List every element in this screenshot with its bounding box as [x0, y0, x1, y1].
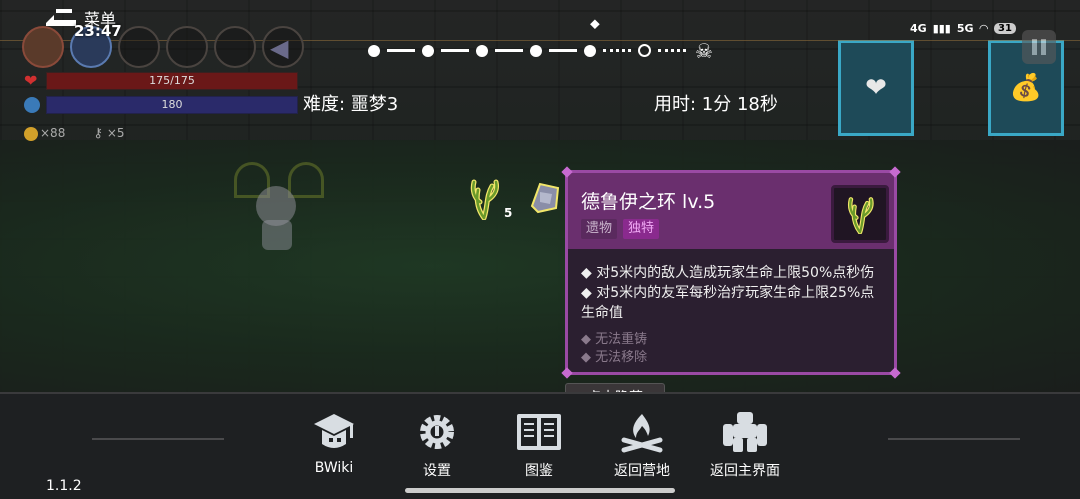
settings-button[interactable]: 设置 [392, 410, 482, 480]
key-icon: ⚷ [93, 126, 103, 141]
battery-icon: 31 [994, 23, 1016, 34]
mp-bar: 180 [46, 96, 298, 114]
tag-relic: 遗物 [581, 219, 618, 239]
settings-label: 设置 [423, 463, 451, 479]
progress-link-pending [603, 49, 631, 52]
coin-counter: ×88 [24, 126, 65, 141]
desc-line: 生命值 [581, 305, 623, 321]
signal-icon: ▮▮▮ [932, 22, 951, 35]
tooltip-icon-frame [831, 185, 889, 243]
decor-line-left [92, 438, 224, 440]
floor-progress: ☠ [368, 38, 713, 63]
progress-node [530, 44, 542, 57]
return-main-label: 返回主界面 [710, 463, 780, 479]
hp-text: 175/175 [149, 74, 195, 87]
skill-slot-4[interactable] [166, 26, 208, 68]
progress-link [495, 49, 523, 52]
progress-link [441, 49, 469, 52]
money-bag-icon: 💰 [1009, 73, 1043, 103]
hp-row: ❤ 175/175 [24, 72, 298, 90]
resources: ×88 ⚷ ×5 [24, 126, 125, 141]
antler-right [288, 162, 324, 198]
location-pin-icon: ⬥ [590, 16, 600, 32]
boss-skull-icon: ☠ [695, 38, 713, 63]
player-character [232, 162, 324, 262]
elapsed-time: 用时: 1分 18秒 [654, 94, 778, 115]
coin-count: ×88 [40, 126, 66, 141]
skill-slots [22, 26, 304, 68]
druid-ring-relic-icon[interactable] [466, 176, 502, 220]
mp-row: 180 [24, 96, 298, 114]
stone-golem-icon [723, 412, 767, 452]
stone-relic-icon[interactable] [526, 178, 564, 216]
hp-bar: 175/175 [46, 72, 298, 90]
book-icon [517, 414, 561, 450]
wifi-icon: ◠ [979, 22, 989, 35]
gear-icon [420, 415, 454, 449]
difficulty-label: 难度: 噩梦3 [303, 94, 399, 115]
skill-slot-5[interactable] [214, 26, 256, 68]
collapse-arrow-icon[interactable]: ◀ [270, 34, 288, 62]
return-main-button[interactable]: 返回主界面 [700, 410, 790, 480]
progress-node [476, 44, 488, 57]
heart-upgrade-icon: ❤ [865, 73, 887, 103]
return-camp-button[interactable]: 返回营地 [597, 410, 687, 480]
progress-node-pending [638, 44, 651, 57]
campfire-icon [621, 414, 663, 453]
phone-status-bar: 4G ▮▮▮ 5G ◠ 31 [910, 22, 1016, 35]
decor-line-right [888, 438, 1020, 440]
return-camp-label: 返回营地 [614, 463, 670, 479]
mp-text: 180 [161, 98, 183, 111]
heal-door[interactable]: ❤ [838, 40, 914, 136]
tooltip-header: 德鲁伊之环 lv.5 遗物 独特 [568, 173, 894, 249]
progress-node-current [584, 44, 596, 57]
graduation-cap-icon [314, 414, 354, 448]
progress-link [387, 49, 415, 52]
desc-line: ◆ 对5米内的友军每秒治疗玩家生命上限25%点 [581, 285, 875, 301]
codex-label: 图鉴 [525, 463, 553, 479]
version-label: 1.1.2 [46, 478, 82, 494]
pause-button[interactable] [1022, 30, 1056, 64]
codex-button[interactable]: 图鉴 [494, 410, 584, 480]
desc-line: ◆ 对5米内的敌人造成玩家生命上限50%点秒伤 [581, 265, 875, 281]
clock: 23:47 [74, 22, 122, 40]
skill-slot-1[interactable] [22, 26, 64, 68]
bwiki-button[interactable]: BWiki [289, 410, 379, 476]
home-indicator[interactable] [405, 488, 675, 493]
druid-ring-icon [847, 197, 874, 234]
character-body [262, 220, 292, 250]
mana-orb-icon [24, 97, 40, 113]
flag-line: ◆ 无法重铸 [581, 332, 648, 347]
key-count: ×5 [106, 126, 125, 140]
tooltip-title: 德鲁伊之环 lv.5 [581, 191, 716, 213]
tooltip-description: ◆ 对5米内的敌人造成玩家生命上限50%点秒伤 ◆ 对5米内的友军每秒治疗玩家生… [581, 263, 881, 323]
progress-node [422, 44, 434, 57]
progress-link [549, 49, 577, 52]
relic-tooltip: 德鲁伊之环 lv.5 遗物 独特 ◆ 对5米内的敌人造成玩家生命上限50%点秒伤… [561, 166, 901, 379]
flag-line: ◆ 无法移除 [581, 350, 648, 365]
tooltip-flags: ◆ 无法重铸 ◆ 无法移除 [581, 331, 647, 367]
network-4g-label: 4G [910, 22, 927, 35]
progress-link-pending [658, 49, 686, 52]
bottom-menu: BWiki 设置 图鉴 返回营地 返回主界面 [0, 392, 1080, 499]
key-counter: ⚷ ×5 [93, 126, 124, 141]
network-5g-label: 5G [956, 22, 974, 35]
progress-node [368, 44, 380, 57]
relic-level: 5 [504, 206, 513, 220]
heart-icon: ❤ [24, 71, 38, 90]
skill-slot-3[interactable] [118, 26, 160, 68]
tag-unique: 独特 [623, 219, 660, 239]
bwiki-label: BWiki [314, 460, 354, 476]
coin-icon [24, 126, 38, 141]
